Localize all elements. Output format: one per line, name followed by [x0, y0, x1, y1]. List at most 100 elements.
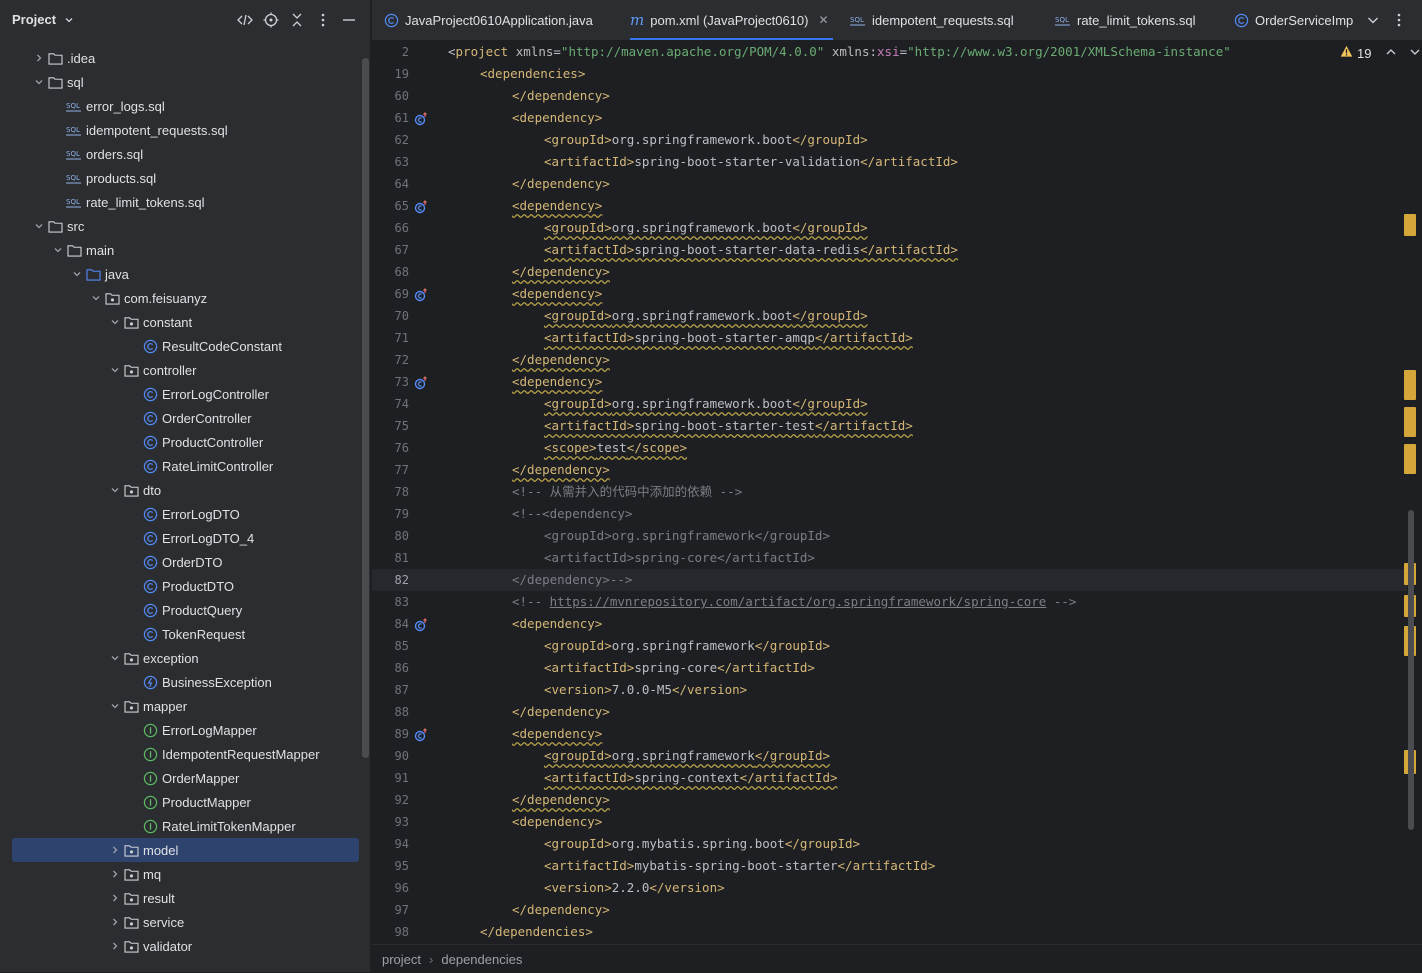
code-line[interactable]: 62 <groupId>org.springframework.boot</gro… [372, 129, 1407, 151]
code-line[interactable]: 88 </dependency> [372, 701, 1407, 723]
project-view-selector[interactable]: Project [12, 12, 74, 28]
code-line[interactable]: 85 <groupId>org.springframework</groupId> [372, 635, 1407, 657]
tree-item[interactable]: ProductController [0, 430, 360, 454]
code-line[interactable]: 97 </dependency> [372, 899, 1407, 921]
tab-order-service-impl[interactable]: OrderServiceImp [1234, 0, 1362, 40]
line-number[interactable]: 73 [372, 371, 409, 393]
tree-item[interactable]: dto [0, 478, 360, 502]
locate-icon[interactable] [262, 11, 280, 29]
breadcrumb-item-project[interactable]: project [382, 952, 421, 967]
code-line[interactable]: 91 <artifactId>spring-context</artifactId… [372, 767, 1407, 789]
code-line[interactable]: 92 </dependency> [372, 789, 1407, 811]
line-number[interactable]: 82 [372, 569, 409, 591]
code-line[interactable]: 66 <groupId>org.springframework.boot</gro… [372, 217, 1407, 239]
chevron-down-icon[interactable] [31, 74, 47, 90]
chevron-down-icon[interactable] [107, 362, 123, 378]
line-number[interactable]: 95 [372, 855, 409, 877]
tree-item[interactable]: model [12, 838, 359, 862]
tree-item[interactable]: sql [0, 70, 360, 94]
code-line[interactable]: 98 </dependencies> [372, 921, 1407, 943]
tree-item[interactable]: ProductQuery [0, 598, 360, 622]
line-number[interactable]: 92 [372, 789, 409, 811]
spring-bean-gutter-icon[interactable] [414, 375, 428, 390]
warning-stripe-mark[interactable] [1404, 407, 1416, 437]
collapse-all-icon[interactable] [288, 11, 306, 29]
line-number[interactable]: 89 [372, 723, 409, 745]
code-line[interactable]: 73 <dependency> [372, 371, 1407, 393]
line-number[interactable]: 84 [372, 613, 409, 635]
chevron-right-icon[interactable] [107, 890, 123, 906]
spring-bean-gutter-icon[interactable] [414, 727, 428, 742]
chevron-down-icon[interactable] [107, 482, 123, 498]
chevron-down-icon[interactable] [107, 698, 123, 714]
chevron-down-icon[interactable] [31, 218, 47, 234]
tree-item[interactable]: IdempotentRequestMapper [0, 742, 360, 766]
tree-item[interactable]: ResultCodeConstant [0, 334, 360, 358]
line-number[interactable]: 83 [372, 591, 409, 613]
warning-stripe-mark[interactable] [1404, 444, 1416, 474]
tree-item[interactable]: ErrorLogController [0, 382, 360, 406]
chevron-down-icon[interactable] [88, 290, 104, 306]
code-line[interactable]: 65 <dependency> [372, 195, 1407, 217]
code-line[interactable]: 96 <version>2.2.0</version> [372, 877, 1407, 899]
line-number[interactable]: 69 [372, 283, 409, 305]
code-line[interactable]: 94 <groupId>org.mybatis.spring.boot</grou… [372, 833, 1407, 855]
tree-item[interactable]: java [0, 262, 360, 286]
line-number[interactable]: 72 [372, 349, 409, 371]
line-number[interactable]: 94 [372, 833, 409, 855]
code-line[interactable]: 84 <dependency> [372, 613, 1407, 635]
code-line[interactable]: 75 <artifactId>spring-boot-starter-test</… [372, 415, 1407, 437]
tab-application-java[interactable]: JavaProject0610Application.java [384, 0, 593, 40]
code-line[interactable]: 86 <artifactId>spring-core</artifactId> [372, 657, 1407, 679]
code-line[interactable]: 77 </dependency> [372, 459, 1407, 481]
line-number[interactable]: 2 [372, 41, 409, 63]
line-number[interactable]: 81 [372, 547, 409, 569]
line-number[interactable]: 96 [372, 877, 409, 899]
warning-stripe-mark[interactable] [1404, 214, 1416, 236]
tree-item[interactable]: OrderDTO [0, 550, 360, 574]
tree-item[interactable]: SQL rate_limit_tokens.sql [0, 190, 360, 214]
line-number[interactable]: 63 [372, 151, 409, 173]
code-line[interactable]: 60 </dependency> [372, 85, 1407, 107]
chevron-down-icon[interactable] [69, 266, 85, 282]
line-number[interactable]: 88 [372, 701, 409, 723]
tree-item[interactable]: mq [0, 862, 360, 886]
code-line[interactable]: 95 <artifactId>mybatis-spring-boot-starte… [372, 855, 1407, 877]
tree-item[interactable]: mapper [0, 694, 360, 718]
more-options-icon[interactable] [314, 11, 332, 29]
tree-scrollbar[interactable] [362, 58, 369, 758]
line-number[interactable]: 71 [372, 327, 409, 349]
warning-stripe-mark[interactable] [1404, 370, 1416, 400]
line-number[interactable]: 74 [372, 393, 409, 415]
chevron-right-icon[interactable] [107, 866, 123, 882]
tree-item[interactable]: main [0, 238, 360, 262]
code-line[interactable]: 76 <scope>test</scope> [372, 437, 1407, 459]
code-line[interactable]: 61 <dependency> [372, 107, 1407, 129]
chevron-right-icon[interactable] [107, 842, 123, 858]
tab-idempotent-requests-sql[interactable]: SQL idempotent_requests.sql [850, 0, 1014, 40]
code-line[interactable]: 72 </dependency> [372, 349, 1407, 371]
line-number[interactable]: 67 [372, 239, 409, 261]
tab-rate-limit-tokens-sql[interactable]: SQL rate_limit_tokens.sql [1055, 0, 1196, 40]
tree-item[interactable]: ProductDTO [0, 574, 360, 598]
tree-item[interactable]: RateLimitTokenMapper [0, 814, 360, 838]
hide-panel-icon[interactable] [340, 11, 358, 29]
line-number[interactable]: 64 [372, 173, 409, 195]
line-number[interactable]: 79 [372, 503, 409, 525]
chevron-down-icon[interactable] [107, 314, 123, 330]
tree-item[interactable]: .idea [0, 46, 360, 70]
line-number[interactable]: 76 [372, 437, 409, 459]
line-number[interactable]: 93 [372, 811, 409, 833]
spring-bean-gutter-icon[interactable] [414, 199, 428, 214]
code-line[interactable]: 71 <artifactId>spring-boot-starter-amqp</… [372, 327, 1407, 349]
tree-item[interactable]: exception [0, 646, 360, 670]
chevron-down-icon[interactable] [107, 650, 123, 666]
code-line[interactable]: 81 <artifactId>spring-core</artifactId> [372, 547, 1407, 569]
code-line[interactable]: 69 <dependency> [372, 283, 1407, 305]
code-line[interactable]: 89 <dependency> [372, 723, 1407, 745]
line-number[interactable]: 86 [372, 657, 409, 679]
tree-item[interactable]: RateLimitController [0, 454, 360, 478]
tree-item[interactable]: ErrorLogMapper [0, 718, 360, 742]
code-line[interactable]: 78 <!-- 从需并入的代码中添加的依赖 --> [372, 481, 1407, 503]
line-number[interactable]: 87 [372, 679, 409, 701]
